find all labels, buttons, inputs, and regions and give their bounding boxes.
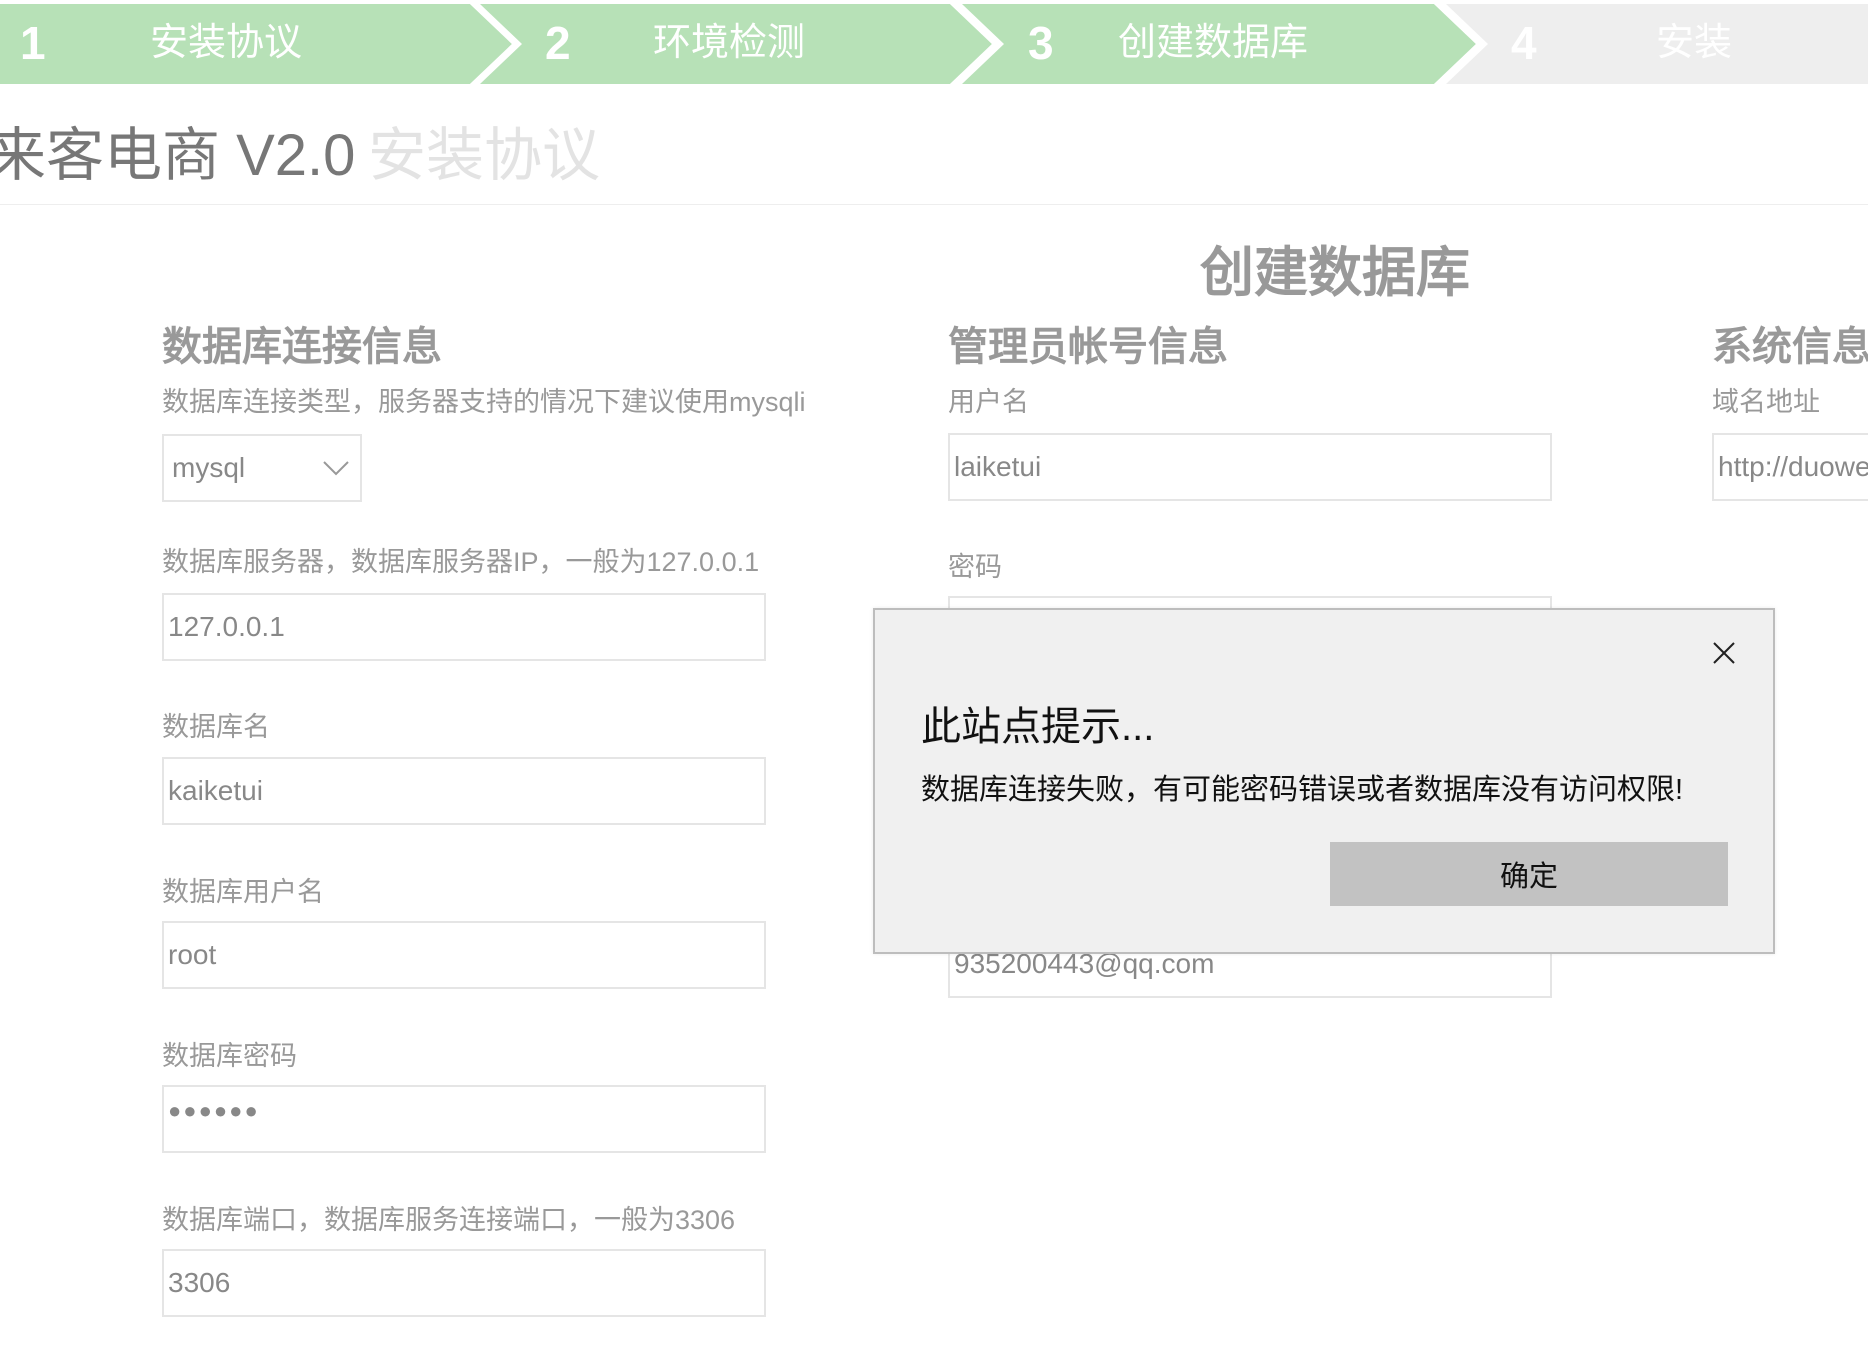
admin-username-label: 用户名 bbox=[948, 387, 1029, 417]
step-2-label: 环境检测 bbox=[653, 22, 806, 64]
brand-title: 来客电商 V2.0 bbox=[0, 123, 356, 188]
db-password-label: 数据库密码 bbox=[162, 1041, 297, 1071]
db-port-label: 数据库端口，数据库服务连接端口，一般为3306 bbox=[162, 1205, 736, 1235]
dialog-title: 此站点提示... bbox=[921, 705, 1155, 749]
db-user-label: 数据库用户名 bbox=[162, 877, 324, 907]
install-steps: 1 安装协议 2 环境检测 3 创建数据库 4 安装 bbox=[0, 0, 1868, 84]
db-user-input[interactable] bbox=[162, 921, 766, 989]
step-3-number: 3 bbox=[1028, 17, 1054, 69]
admin-password-label: 密码 bbox=[948, 552, 1002, 582]
domain-input[interactable] bbox=[1712, 433, 1868, 501]
admin-section-title: 管理员帐号信息 bbox=[948, 325, 1228, 369]
step-2-number: 2 bbox=[545, 17, 571, 69]
step-4-label: 安装 bbox=[1656, 22, 1733, 64]
close-icon[interactable] bbox=[1709, 638, 1739, 668]
admin-username-input[interactable] bbox=[948, 433, 1552, 501]
db-password-value: ●●●●●● bbox=[168, 1098, 260, 1123]
db-type-value: mysql bbox=[172, 452, 246, 483]
alert-dialog: 此站点提示... 数据库连接失败，有可能密码错误或者数据库没有访问权限! 确定 bbox=[873, 608, 1775, 954]
db-name-input[interactable] bbox=[162, 757, 766, 825]
step-3-label: 创建数据库 bbox=[1118, 22, 1309, 64]
db-server-label: 数据库服务器，数据库服务器IP，一般为127.0.0.1 bbox=[162, 547, 760, 577]
dialog-ok-button[interactable]: 确定 bbox=[1330, 842, 1728, 906]
db-port-input[interactable] bbox=[162, 1249, 766, 1317]
header-divider bbox=[0, 204, 1868, 205]
step-4-number: 4 bbox=[1511, 17, 1537, 69]
db-type-select[interactable]: mysql bbox=[162, 434, 362, 502]
domain-label: 域名地址 bbox=[1712, 387, 1820, 417]
step-1-label: 安装协议 bbox=[150, 22, 303, 64]
db-name-label: 数据库名 bbox=[162, 712, 270, 742]
db-section-title: 数据库连接信息 bbox=[162, 325, 442, 369]
step-1-number: 1 bbox=[20, 17, 46, 69]
db-type-label: 数据库连接类型，服务器支持的情况下建议使用mysqli bbox=[162, 387, 806, 417]
system-section-title: 系统信息 bbox=[1712, 325, 1868, 369]
dialog-message: 数据库连接失败，有可能密码错误或者数据库没有访问权限! bbox=[921, 774, 1684, 806]
db-server-input[interactable] bbox=[162, 593, 766, 661]
header-subtitle: 安装协议 bbox=[368, 123, 601, 188]
chevron-down-icon bbox=[320, 450, 352, 486]
page-title: 创建数据库 bbox=[1200, 243, 1470, 303]
